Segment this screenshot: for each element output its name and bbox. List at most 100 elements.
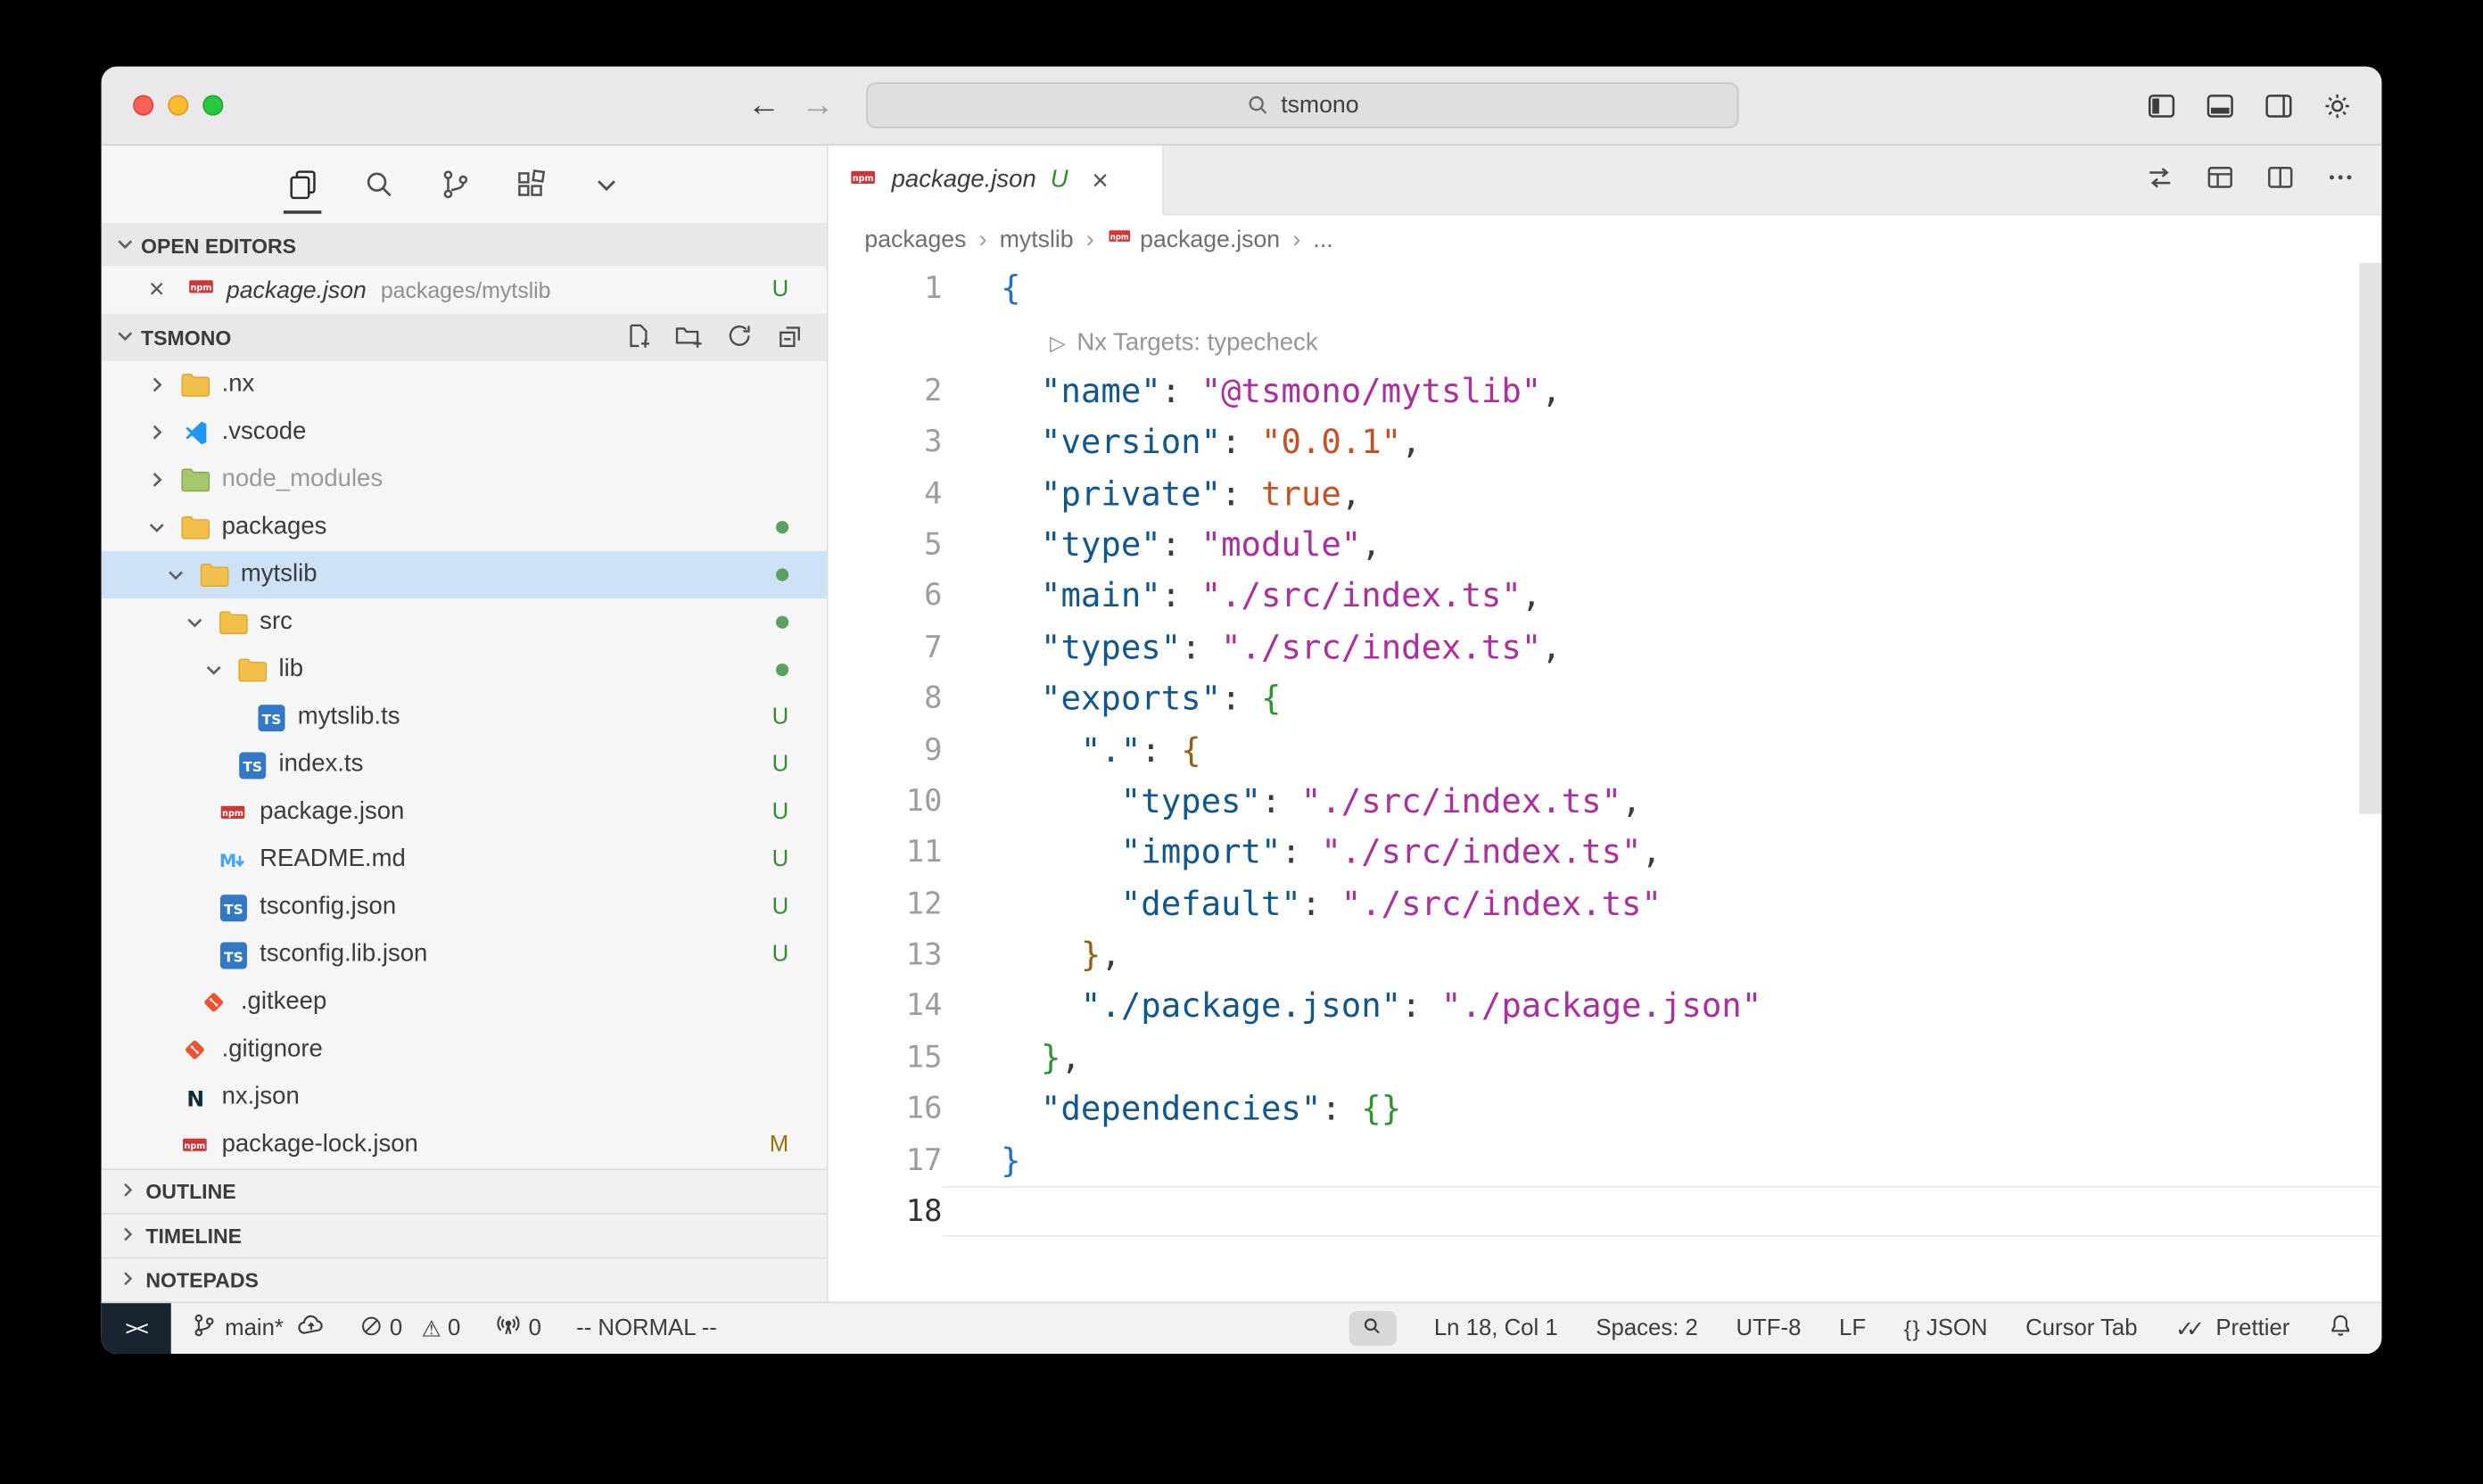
code-line-15[interactable]: 15 }, <box>829 1032 2382 1084</box>
breadcrumb-file[interactable]: npm package.json <box>1107 223 1280 255</box>
toggle-panel-icon[interactable] <box>2205 90 2237 122</box>
line-number[interactable]: 3 <box>829 416 943 468</box>
line-number[interactable]: 14 <box>829 981 943 1033</box>
command-center-search[interactable]: tsmono <box>866 82 1738 128</box>
line-number[interactable]: 2 <box>829 366 943 417</box>
cursor-position-item[interactable]: Ln 18, Col 1 <box>1434 1315 1558 1340</box>
code-line-16[interactable]: 16 "dependencies": {} <box>829 1084 2382 1135</box>
code-line-13[interactable]: 13 }, <box>829 929 2382 981</box>
git-branch-item[interactable]: main* <box>192 1313 325 1345</box>
explorer-view-icon[interactable] <box>285 167 320 202</box>
more-actions-icon[interactable] <box>2324 161 2356 200</box>
open-editor-item[interactable]: × npm package.json packages/mytslib U <box>102 266 827 313</box>
tree-item-package-lock.json[interactable]: npmpackage-lock.jsonM <box>102 1121 827 1168</box>
close-editor-icon[interactable]: × <box>149 274 174 306</box>
tree-item-mytslib[interactable]: mytslib <box>102 551 827 598</box>
code-line-9[interactable]: 9 ".": { <box>829 724 2382 776</box>
code-editor[interactable]: 1{▷Nx Targets: typecheck2 "name": "@tsmo… <box>829 263 2382 1302</box>
toggle-secondary-sidebar-icon[interactable] <box>2263 90 2295 122</box>
eol-item[interactable]: LF <box>1839 1315 1866 1340</box>
tree-item-.gitignore[interactable]: .gitignore <box>102 1026 827 1074</box>
problems-item[interactable]: 0 ⚠ 0 <box>359 1314 460 1344</box>
line-number[interactable]: 17 <box>829 1134 943 1186</box>
code-line-5[interactable]: 5 "type": "module", <box>829 519 2382 571</box>
line-number[interactable]: 1 <box>829 263 943 315</box>
code-line-3[interactable]: 3 "version": "0.0.1", <box>829 416 2382 468</box>
tree-item-package.json[interactable]: npmpackage.jsonU <box>102 788 827 836</box>
close-tab-icon[interactable]: × <box>1092 164 1109 197</box>
tab-package-json[interactable]: npm package.json U × <box>829 145 1164 215</box>
new-file-icon[interactable] <box>624 321 653 354</box>
section-outline[interactable]: OUTLINE <box>102 1168 827 1213</box>
project-header[interactable]: TSMONO <box>102 314 827 361</box>
code-line-1[interactable]: 1{ <box>829 263 2382 315</box>
search-view-icon[interactable] <box>361 167 396 202</box>
close-button[interactable] <box>133 95 153 116</box>
section-timeline[interactable]: TIMELINE <box>102 1213 827 1257</box>
settings-gear-icon[interactable] <box>2322 90 2354 122</box>
more-views-chevron-icon[interactable] <box>589 167 623 202</box>
line-number[interactable]: 11 <box>829 827 943 878</box>
zoom-indicator[interactable] <box>1349 1311 1396 1346</box>
line-number[interactable]: 18 <box>829 1186 943 1238</box>
line-number[interactable]: 13 <box>829 929 943 981</box>
code-line-17[interactable]: 17} <box>829 1134 2382 1186</box>
tree-item-node_modules[interactable]: node_modules <box>102 456 827 503</box>
line-number[interactable]: 12 <box>829 878 943 930</box>
editor-scrollbar[interactable] <box>2360 263 2382 814</box>
remote-indicator[interactable]: >< <box>102 1303 171 1354</box>
line-number[interactable]: 9 <box>829 724 943 776</box>
tree-item-lib[interactable]: lib <box>102 646 827 693</box>
toggle-primary-sidebar-icon[interactable] <box>2146 90 2178 122</box>
tree-item-nx.json[interactable]: Nnx.json <box>102 1074 827 1121</box>
breadcrumb-packages[interactable]: packages <box>864 226 966 252</box>
code-line-7[interactable]: 7 "types": "./src/index.ts", <box>829 622 2382 673</box>
ports-item[interactable]: 0 <box>495 1313 541 1345</box>
refresh-explorer-icon[interactable] <box>725 321 754 354</box>
section-notepads[interactable]: NOTEPADS <box>102 1257 827 1302</box>
line-number[interactable]: 16 <box>829 1084 943 1135</box>
zoom-button[interactable] <box>202 95 223 116</box>
code-line-10[interactable]: 10 "types": "./src/index.ts", <box>829 776 2382 828</box>
tree-item-src[interactable]: src <box>102 598 827 646</box>
tree-item-tsconfig.lib.json[interactable]: TStsconfig.lib.jsonU <box>102 931 827 978</box>
breadcrumb-mytslib[interactable]: mytslib <box>1000 226 1074 252</box>
encoding-item[interactable]: UTF-8 <box>1736 1315 1801 1340</box>
tree-item-mytslib.ts[interactable]: TSmytslib.tsU <box>102 694 827 741</box>
new-folder-icon[interactable] <box>674 321 703 354</box>
tree-item-tsconfig.json[interactable]: TStsconfig.jsonU <box>102 884 827 931</box>
code-line-12[interactable]: 12 "default": "./src/index.ts" <box>829 878 2382 930</box>
notifications-bell-icon[interactable] <box>2328 1313 2353 1345</box>
split-editor-icon[interactable] <box>2264 161 2297 200</box>
line-number[interactable]: 10 <box>829 776 943 828</box>
tree-item-.vscode[interactable]: .vscode <box>102 408 827 456</box>
compare-changes-icon[interactable] <box>2144 161 2176 200</box>
forward-arrow-icon[interactable]: → <box>801 87 834 126</box>
minimize-button[interactable] <box>168 95 188 116</box>
code-line-6[interactable]: 6 "main": "./src/index.ts", <box>829 571 2382 622</box>
breadcrumb-symbol[interactable]: ... <box>1313 226 1332 252</box>
line-number[interactable]: 15 <box>829 1032 943 1084</box>
codelens-nx-targets[interactable]: ▷Nx Targets: typecheck <box>1050 319 1317 371</box>
code-line-11[interactable]: 11 "import": "./src/index.ts", <box>829 827 2382 878</box>
code-line-2[interactable]: 2 "name": "@tsmono/mytslib", <box>829 366 2382 417</box>
collapse-folders-icon[interactable] <box>776 321 804 354</box>
back-arrow-icon[interactable]: ← <box>747 87 780 126</box>
vim-mode-indicator[interactable]: -- NORMAL -- <box>576 1315 717 1340</box>
open-editors-header[interactable]: OPEN EDITORS <box>102 225 827 266</box>
cursor-tab-item[interactable]: Cursor Tab <box>2025 1315 2137 1340</box>
line-number[interactable]: 6 <box>829 571 943 622</box>
line-number[interactable]: 5 <box>829 519 943 571</box>
code-line-8[interactable]: 8 "exports": { <box>829 673 2382 725</box>
code-line-18[interactable]: 18 <box>829 1186 2382 1238</box>
line-number[interactable]: 7 <box>829 622 943 673</box>
tree-item-README.md[interactable]: MREADME.mdU <box>102 836 827 883</box>
formatter-item[interactable]: ✓✓ Prettier <box>2175 1315 2289 1342</box>
language-mode-item[interactable]: { } JSON <box>1904 1315 1988 1340</box>
tree-item-packages[interactable]: packages <box>102 504 827 551</box>
customize-layout-icon[interactable] <box>2205 161 2237 200</box>
tree-item-index.ts[interactable]: TSindex.tsU <box>102 741 827 788</box>
source-control-view-icon[interactable] <box>437 167 472 202</box>
line-number[interactable]: 8 <box>829 673 943 725</box>
extensions-view-icon[interactable] <box>513 167 548 202</box>
